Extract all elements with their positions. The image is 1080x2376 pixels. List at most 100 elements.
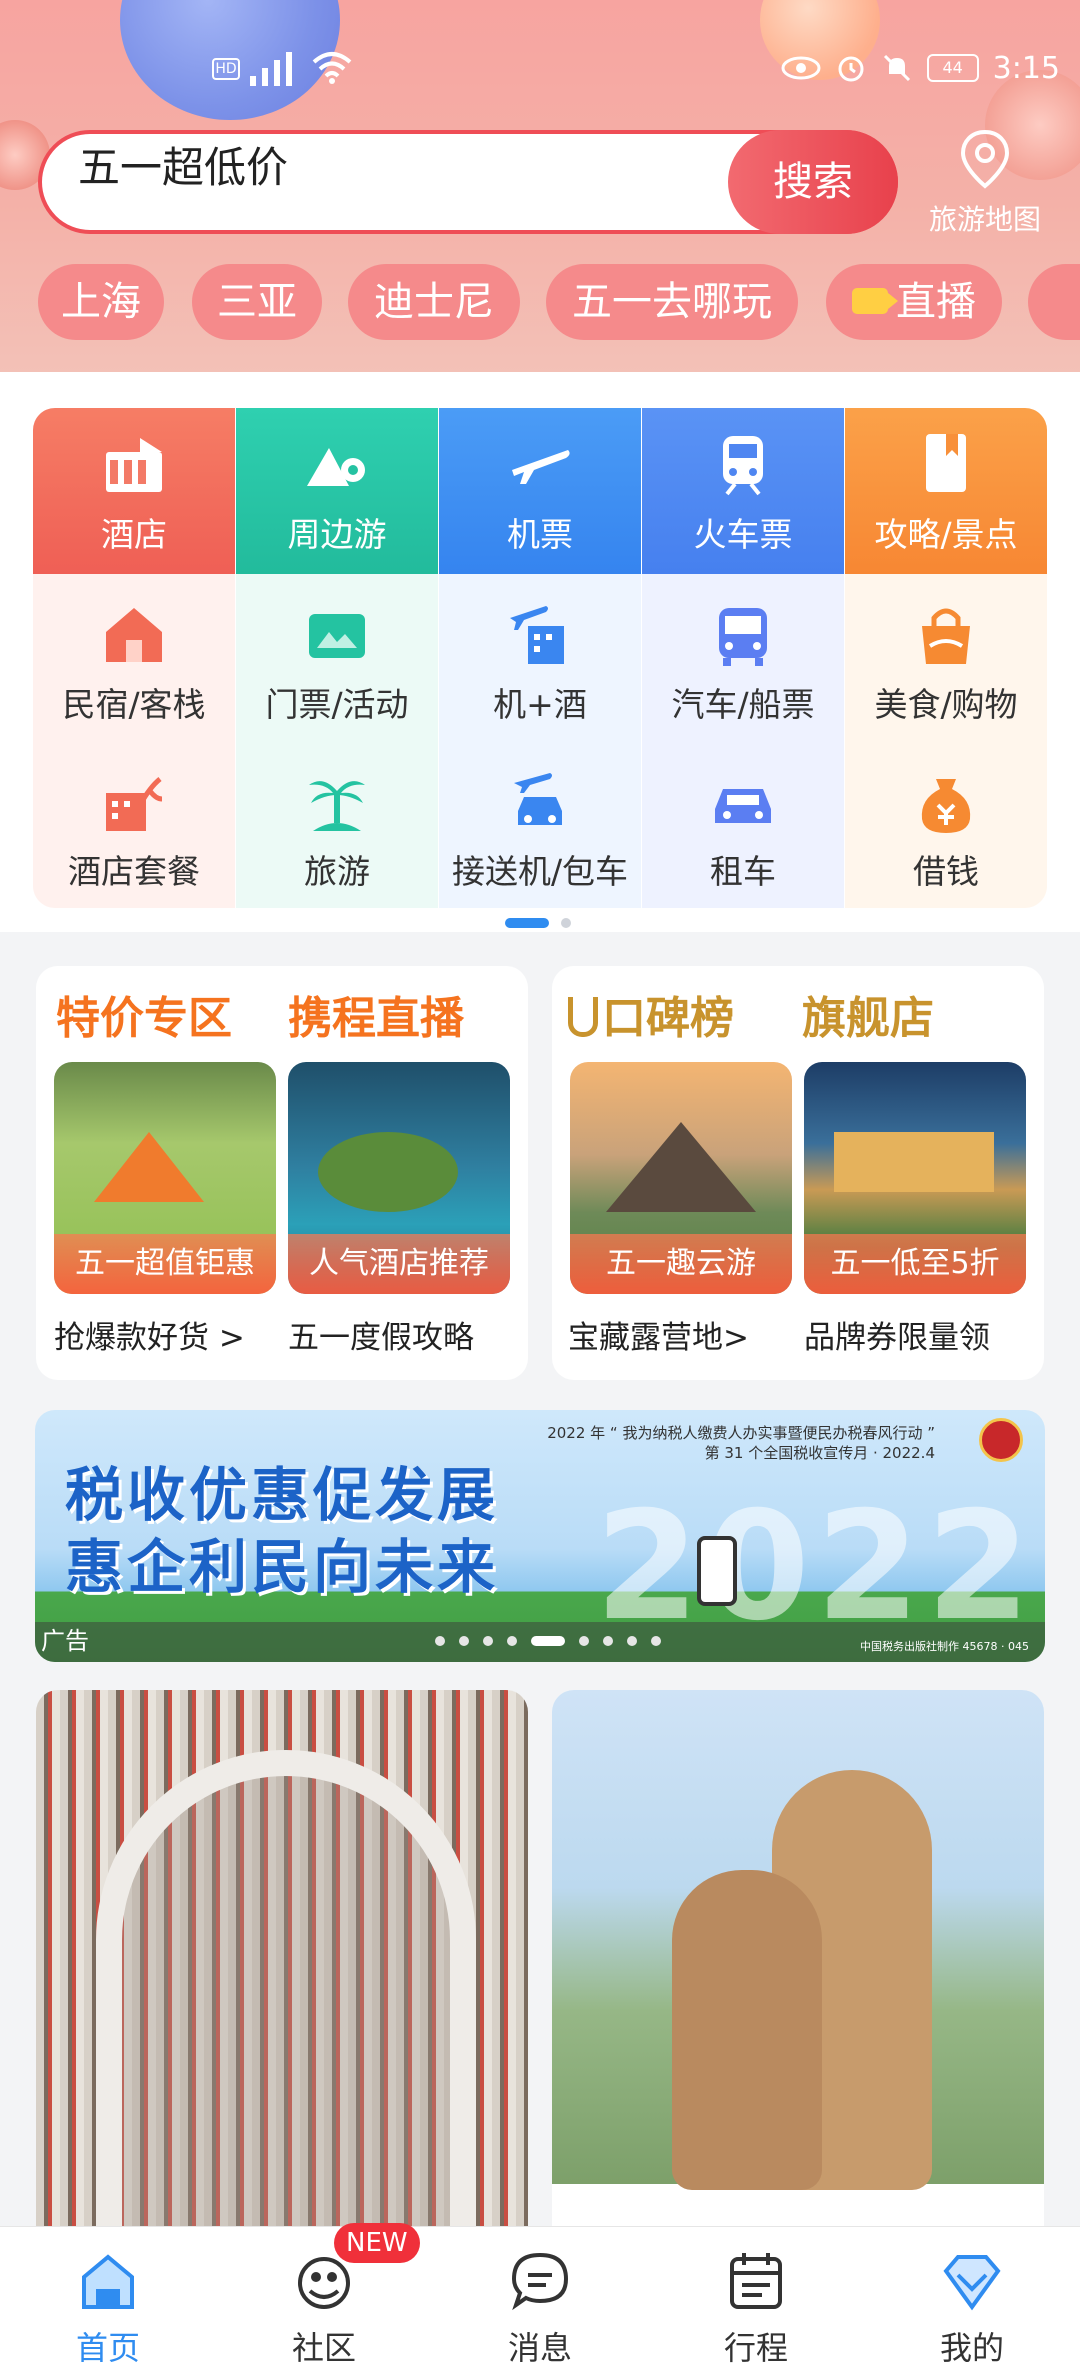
hotel-package-icon [106, 777, 163, 831]
promo-sub[interactable]: 品牌券限量领 [804, 1312, 990, 1357]
grid-label: 接送机/包车 [451, 852, 629, 891]
hotel-icon [106, 438, 162, 492]
grid-label: 美食/购物 [874, 685, 1018, 724]
grid-travel[interactable]: 旅游 [236, 741, 438, 908]
promo-title-special[interactable]: 特价专区 [56, 982, 232, 1046]
new-badge: NEW [334, 2223, 420, 2263]
grid-homestay[interactable]: 民宿/客栈 [33, 574, 235, 741]
feed-photo [552, 1690, 1044, 2190]
nav-profile[interactable]: 我的 [864, 2227, 1080, 2376]
battery-icon: 44 [926, 54, 979, 82]
ad-headline-2: 惠企利民向未来 [65, 1533, 500, 1601]
ad-top-text-2: 第 31 个全国税收宣传月 · 2022.4 [704, 1444, 935, 1462]
promo-image-camping[interactable]: 五一超值钜惠 [54, 1062, 276, 1294]
nav-label: 消息 [507, 2329, 572, 2367]
feed-card-library[interactable] [36, 1690, 528, 2250]
search-input[interactable]: 五一超低价 [78, 134, 288, 230]
promo-image-camp-site[interactable]: 五一趣云游 [570, 1062, 792, 1294]
grid-label: 周边游 [287, 515, 387, 554]
promo-card-left[interactable]: 特价专区 携程直播 五一超值钜惠 人气酒店推荐 抢爆款好货 > 五一度假攻略 [36, 966, 528, 1380]
chip-more[interactable] [1028, 264, 1080, 340]
promo-title-ranking-label: 口碑榜 [602, 993, 734, 1044]
rank-icon [568, 997, 598, 1037]
hd-indicator: HD [212, 58, 240, 80]
grid-hotel-package[interactable]: 酒店套餐 [33, 741, 235, 908]
grid-label: 攻略/景点 [874, 515, 1018, 554]
emblem-icon [979, 1418, 1023, 1462]
promo-tag: 五一超值钜惠 [54, 1234, 276, 1294]
promo-sub[interactable]: 抢爆款好货 > [54, 1312, 245, 1357]
island-shape [318, 1132, 458, 1212]
travel-map-label: 旅游地图 [928, 203, 1041, 236]
ad-label: 广告 [41, 1627, 89, 1655]
chip-shanghai[interactable]: 上海 [38, 264, 164, 340]
promo-image-flagship[interactable]: 五一低至5折 [804, 1062, 1026, 1294]
alarm-icon [838, 56, 864, 82]
message-icon [511, 2252, 569, 2311]
grid-hotel[interactable]: 酒店 [33, 408, 235, 574]
grid-guide[interactable]: 攻略/景点 [845, 408, 1047, 574]
money-bag-icon [921, 779, 971, 833]
search-button[interactable]: 搜索 [728, 130, 898, 234]
status-bar: HD 44 3:15 [0, 40, 1080, 100]
promo-card-right[interactable]: 口碑榜 旗舰店 五一趣云游 五一低至5折 宝藏露营地> 品牌券限量领 [552, 966, 1044, 1380]
nav-label: 社区 [291, 2329, 356, 2367]
promo-image-hotel[interactable]: 人气酒店推荐 [288, 1062, 510, 1294]
bottom-nav: 首页 NEW 社区 消息 行程 我的 [0, 2223, 1080, 2376]
promo-title-live[interactable]: 携程直播 [288, 982, 464, 1046]
grid-flight-hotel[interactable]: 机+酒 [439, 574, 641, 741]
promo-sub[interactable]: 五一度假攻略 [288, 1312, 474, 1357]
library-arch [96, 1750, 476, 2250]
signal-icon [250, 50, 302, 86]
search-bar[interactable]: 五一超低价 搜索 [38, 130, 898, 234]
promo-title-ranking[interactable]: 口碑榜 [568, 982, 734, 1046]
promo-tag: 五一低至5折 [804, 1234, 1026, 1294]
grid-bus-ship[interactable]: 汽车/船票 [642, 574, 844, 741]
grid-car-rental[interactable]: 租车 [642, 741, 844, 908]
wifi-icon [312, 52, 352, 84]
feed-card-family[interactable] [552, 1690, 1044, 2250]
chip-live[interactable]: 直播 [826, 264, 1002, 340]
chip-may-day[interactable]: 五一去哪玩 [546, 264, 798, 340]
travel-map-button[interactable]: 旅游地图 [920, 120, 1050, 240]
chip-sanya[interactable]: 三亚 [192, 264, 322, 340]
mute-icon [883, 54, 910, 82]
grid-train[interactable]: 火车票 [642, 408, 844, 574]
nav-home[interactable]: 首页 [0, 2227, 216, 2376]
grid-tickets[interactable]: 门票/活动 [236, 574, 438, 741]
promo-title-flagship[interactable]: 旗舰店 [802, 982, 934, 1046]
tent-shape [606, 1122, 756, 1212]
nav-label: 首页 [75, 2329, 140, 2367]
grid-label: 酒店 [101, 515, 167, 554]
home-icon [82, 2254, 134, 2309]
ad-banner[interactable]: 2022 2022 年 “ 我为纳税人缴费人办实事暨便民办税春风行动 ” 第 3… [35, 1410, 1045, 1662]
ad-credit: 中国税务出版社制作 45678 · 045 [860, 1640, 1029, 1653]
city-chips: 上海 三亚 迪士尼 五一去哪玩 直播 [0, 264, 1080, 348]
live-camera-icon [852, 288, 898, 314]
status-time: 3:15 [992, 50, 1060, 86]
guidebook-icon [926, 434, 966, 492]
grid-label: 租车 [710, 852, 776, 891]
grid-loan[interactable]: 借钱 [845, 741, 1047, 908]
itinerary-icon [730, 2253, 782, 2309]
car-icon [715, 789, 771, 823]
grid-flight[interactable]: 机票 [439, 408, 641, 574]
grid-airport-transfer[interactable]: 接送机/包车 [439, 741, 641, 908]
tent-shape [94, 1132, 204, 1202]
chip-disney[interactable]: 迪士尼 [348, 264, 520, 340]
nav-itinerary[interactable]: 行程 [648, 2227, 864, 2376]
service-grid: 酒店 周边游 机票 火车票 攻略/景点 民宿/客栈 门票/活动 机+酒 汽车/船… [33, 408, 1047, 908]
nav-community[interactable]: NEW 社区 [216, 2223, 432, 2376]
header: HD 44 3:15 五一超低价 搜索 旅游地图 上海 三亚 迪士尼 五一去哪玩… [0, 0, 1080, 372]
promo-tag: 五一趣云游 [570, 1234, 792, 1294]
grid-label: 酒店套餐 [68, 852, 200, 891]
chip-live-label: 直播 [896, 279, 976, 325]
train-icon [723, 436, 763, 496]
nav-messages[interactable]: 消息 [432, 2227, 648, 2376]
grid-label: 门票/活动 [265, 685, 409, 724]
grid-food-shopping[interactable]: 美食/购物 [845, 574, 1047, 741]
grid-nearby[interactable]: 周边游 [236, 408, 438, 574]
phone-illustration [697, 1536, 737, 1606]
palm-tree-icon [309, 781, 365, 831]
promo-sub[interactable]: 宝藏露营地> [568, 1312, 749, 1357]
